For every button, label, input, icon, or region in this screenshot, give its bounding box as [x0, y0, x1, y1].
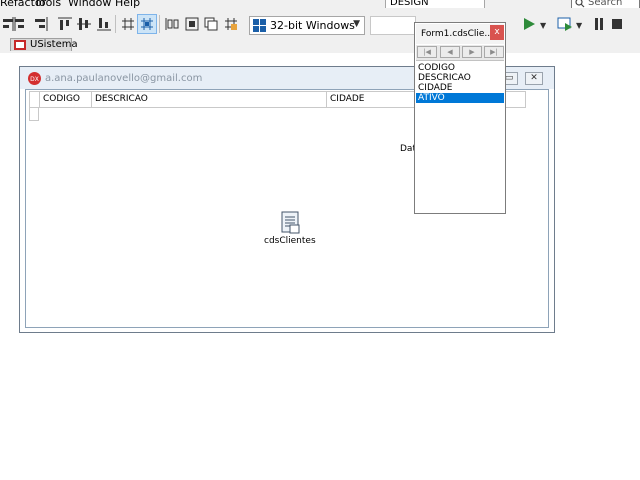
- toolbar-separator: [115, 15, 116, 33]
- svg-text:DX: DX: [30, 76, 39, 83]
- field-item-descricao[interactable]: DESCRICAO: [416, 73, 504, 83]
- field-item-codigo[interactable]: CODIGO: [416, 63, 504, 73]
- show-grid-icon[interactable]: [137, 14, 157, 34]
- menu-bar: Refactor Tools Window Help: [0, 0, 640, 8]
- fields-editor-title: Form1.cdsClie...: [421, 29, 494, 39]
- nav-next-button[interactable]: ▶: [462, 46, 482, 58]
- build-config-value: DESIGN: [390, 0, 429, 8]
- space-equally-icon[interactable]: [163, 15, 181, 33]
- tab-file-usistema[interactable]: USistema: [10, 38, 78, 53]
- stop-icon[interactable]: [608, 15, 626, 33]
- nav-last-button[interactable]: ▶|: [484, 46, 504, 58]
- windows-logo-icon: [253, 19, 266, 35]
- center-in-window-icon[interactable]: [183, 15, 201, 33]
- target-platform-value: 32-bit Windows: [270, 19, 355, 32]
- align-right-edges-icon[interactable]: [10, 15, 28, 33]
- field-item-cidade[interactable]: CIDADE: [416, 83, 504, 93]
- close-icon[interactable]: x: [490, 25, 504, 40]
- run-icon[interactable]: [520, 15, 538, 33]
- tab-file-label: USistema: [30, 39, 78, 50]
- grid-row-indicator: [29, 107, 39, 121]
- clientdataset-label: cdsClientes: [264, 236, 316, 246]
- bring-to-front-icon[interactable]: [202, 15, 220, 33]
- clientdataset-icon[interactable]: [277, 211, 303, 235]
- unit-file-icon: [14, 40, 26, 53]
- grid-column-descricao[interactable]: DESCRICAO: [92, 92, 327, 107]
- fields-list[interactable]: CODIGO DESCRICAO CIDADE ATIVO: [416, 63, 504, 103]
- align-tops-icon[interactable]: [56, 15, 74, 33]
- menu-help[interactable]: Help: [115, 0, 140, 8]
- field-item-ativo[interactable]: ATIVO: [416, 93, 504, 103]
- align-right-icon[interactable]: [32, 15, 50, 33]
- snap-to-grid-icon[interactable]: [119, 15, 137, 33]
- menu-window[interactable]: Window: [68, 0, 111, 8]
- run-without-debugging-icon[interactable]: [556, 15, 574, 33]
- run-dropdown-icon[interactable]: ▼: [540, 21, 546, 30]
- close-icon[interactable]: ✕: [525, 72, 543, 85]
- dataset-navigator: |◀ ◀ ▶ ▶|: [416, 45, 504, 61]
- align-middles-icon[interactable]: [75, 15, 93, 33]
- grid-column-codigo[interactable]: CODIGO: [40, 92, 92, 107]
- tab-strip: [0, 40, 640, 53]
- target-platform-select[interactable]: 32-bit Windows ▼: [249, 16, 365, 35]
- nav-prior-button[interactable]: ◀: [440, 46, 460, 58]
- menu-tools[interactable]: Tools: [34, 0, 61, 8]
- search-placeholder: Search: [588, 0, 623, 8]
- delphi-form-icon: DX: [28, 72, 41, 88]
- nav-first-button[interactable]: |◀: [417, 46, 437, 58]
- form-title: a.ana.paulanovello@gmail.com: [45, 73, 203, 84]
- device-combo[interactable]: [370, 16, 416, 35]
- grid-indicator-header: [30, 92, 40, 107]
- chevron-down-icon: ▼: [353, 19, 360, 29]
- fields-editor-window[interactable]: Form1.cdsClie... x |◀ ◀ ▶ ▶| CODIGO DESC…: [414, 22, 506, 214]
- run-without-debugging-dropdown-icon[interactable]: ▼: [576, 21, 582, 30]
- lock-controls-icon[interactable]: [222, 15, 240, 33]
- align-bottoms-icon[interactable]: [95, 15, 113, 33]
- pause-icon[interactable]: [590, 15, 608, 33]
- toolbar-separator: [159, 15, 160, 33]
